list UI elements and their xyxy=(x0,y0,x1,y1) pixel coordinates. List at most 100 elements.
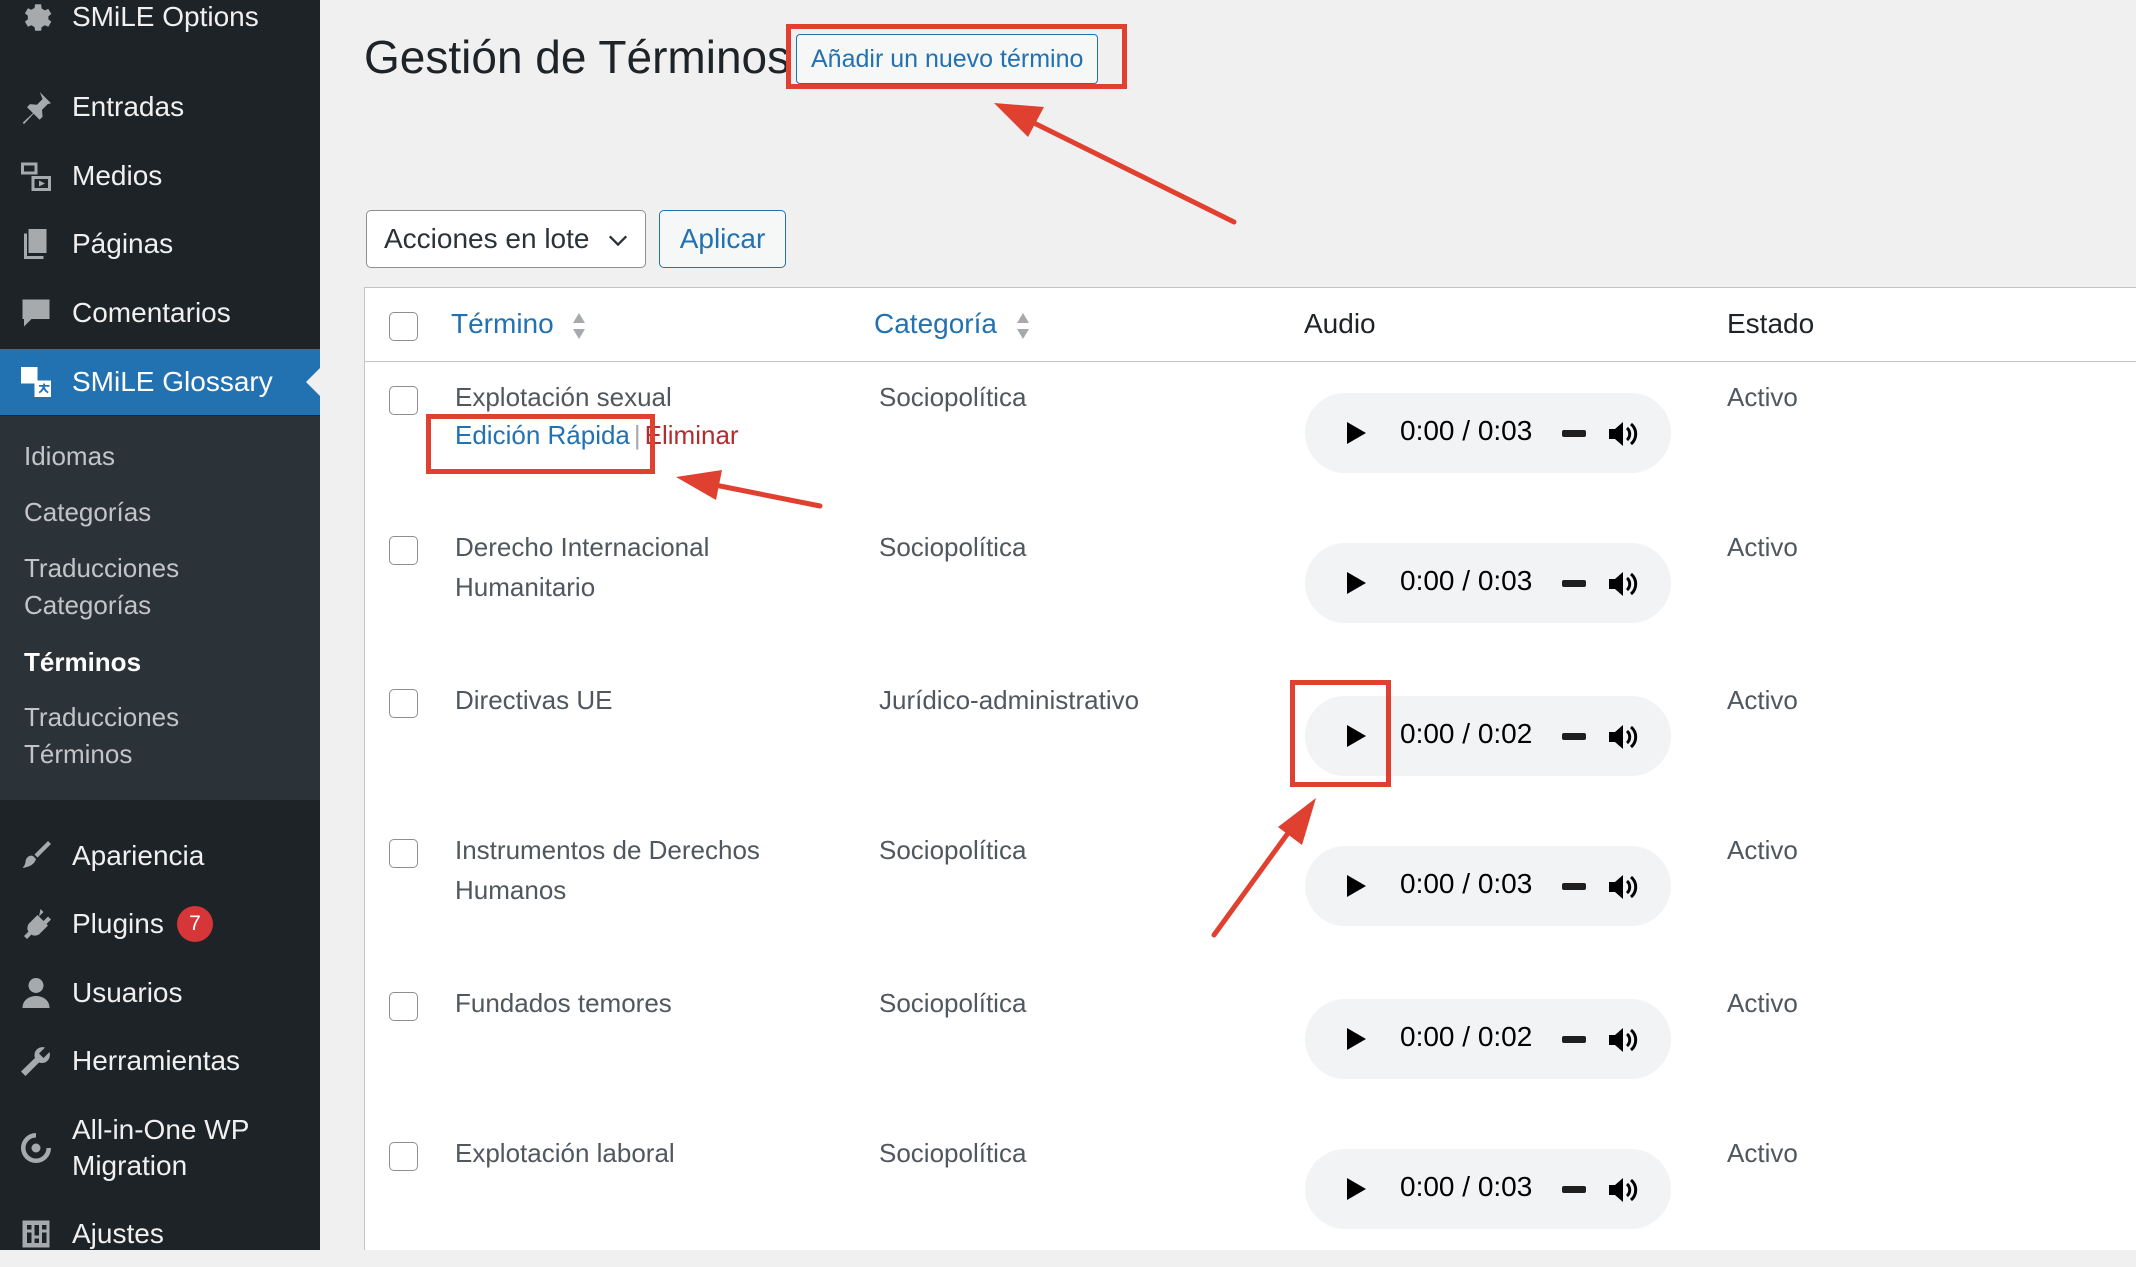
select-all-checkbox[interactable] xyxy=(389,312,418,341)
pin-icon xyxy=(16,87,56,127)
submenu-item-traducciones-terminos[interactable]: Traducciones Términos xyxy=(24,699,179,773)
table-row: Directivas UE Jurídico-administrativo 0:… xyxy=(365,664,2136,814)
submenu-label-line: Términos xyxy=(24,739,133,769)
term-category: Sociopolítica xyxy=(879,835,1027,865)
brush-icon xyxy=(16,836,56,876)
add-new-term-button[interactable]: Añadir un nuevo término xyxy=(796,34,1099,84)
term-category: Sociopolítica xyxy=(879,382,1027,412)
sort-icon xyxy=(573,312,586,339)
submenu-item-traducciones-categorias[interactable]: Traducciones Categorías xyxy=(24,550,179,624)
term-status: Activo xyxy=(1727,835,1798,865)
audio-player: 0:00 / 0:02 xyxy=(1305,999,1671,1079)
menu-label: SMiLE Glossary xyxy=(72,366,273,397)
volume-icon[interactable] xyxy=(1607,1175,1639,1205)
volume-slider[interactable] xyxy=(1562,733,1586,740)
row-checkbox[interactable] xyxy=(389,992,418,1021)
quick-edit-link[interactable]: Edición Rápida xyxy=(455,420,630,450)
menu-label: Entradas xyxy=(72,91,185,122)
menu-label-line: Migration xyxy=(72,1150,188,1181)
audio-player: 0:00 / 0:03 xyxy=(1305,393,1671,473)
menu-label-line: All-in-One WP xyxy=(72,1114,250,1145)
column-header-category[interactable]: Categoría xyxy=(874,308,1031,341)
submenu-item-terminos[interactable]: Términos xyxy=(24,644,141,681)
submenu-item-idiomas[interactable]: Idiomas xyxy=(24,438,115,475)
play-icon[interactable] xyxy=(1345,874,1367,898)
volume-icon[interactable] xyxy=(1607,569,1639,599)
bulk-actions-value: Acciones en lote xyxy=(384,223,590,254)
terms-table: Término Categoría Audio Estado Explotaci… xyxy=(364,287,2136,1250)
delete-link[interactable]: Eliminar xyxy=(645,420,739,450)
term-name: Derecho Internacional Humanitario xyxy=(455,532,710,602)
menu-item-apariencia[interactable]: Apariencia xyxy=(0,823,320,889)
menu-item-all-in-one-wp-migration[interactable]: All-in-One WP Migration xyxy=(0,1108,320,1188)
menu-item-medios[interactable]: Medios xyxy=(0,143,320,209)
volume-icon[interactable] xyxy=(1607,419,1639,449)
audio-player: 0:00 / 0:03 xyxy=(1305,543,1671,623)
term-name: Directivas UE xyxy=(455,685,613,715)
apply-button[interactable]: Aplicar xyxy=(659,210,786,268)
glossary-submenu: Idiomas Categorías Traducciones Categorí… xyxy=(0,416,320,800)
column-header-status: Estado xyxy=(1727,308,1815,339)
volume-slider[interactable] xyxy=(1562,883,1586,890)
translate-icon xyxy=(16,362,56,402)
term-category: Sociopolítica xyxy=(879,1138,1027,1168)
column-header-term[interactable]: Término xyxy=(451,308,587,341)
user-icon xyxy=(16,973,56,1013)
table-row: Explotación sexual Edición Rápida | Elimin… xyxy=(365,361,2136,511)
row-checkbox[interactable] xyxy=(389,536,418,565)
menu-item-usuarios[interactable]: Usuarios xyxy=(0,960,320,1026)
menu-item-plugins[interactable]: Plugins 7 xyxy=(0,891,320,957)
table-header: Término Categoría Audio Estado xyxy=(365,288,2136,362)
audio-time: 0:00 / 0:03 xyxy=(1400,1171,1533,1202)
column-header-label: Término xyxy=(451,308,554,339)
sort-icon xyxy=(1016,312,1029,339)
volume-slider[interactable] xyxy=(1562,1186,1586,1193)
menu-label: Plugins xyxy=(72,908,164,939)
row-checkbox[interactable] xyxy=(389,689,418,718)
gear-icon xyxy=(16,0,56,37)
volume-slider[interactable] xyxy=(1562,1036,1586,1043)
table-row: Instrumentos de Derechos Humanos Sociopo… xyxy=(365,814,2136,964)
audio-player: 0:00 / 0:03 xyxy=(1305,1149,1671,1229)
menu-item-entradas[interactable]: Entradas xyxy=(0,74,320,140)
admin-sidebar: SMiLE Options Entradas Medios Páginas Co… xyxy=(0,0,320,1250)
audio-player: 0:00 / 0:03 xyxy=(1305,846,1671,926)
menu-label: Ajustes xyxy=(72,1218,164,1249)
menu-label: Medios xyxy=(72,160,163,191)
bulk-actions-select[interactable]: Acciones en lote xyxy=(366,210,646,268)
play-icon[interactable] xyxy=(1345,1027,1367,1051)
migration-icon xyxy=(16,1128,56,1168)
menu-item-smile-glossary[interactable]: SMiLE Glossary xyxy=(0,349,320,415)
play-icon[interactable] xyxy=(1345,421,1367,445)
volume-slider[interactable] xyxy=(1562,430,1586,437)
play-icon[interactable] xyxy=(1345,724,1367,748)
arrow-to-add-new xyxy=(1027,118,1237,225)
submenu-label-line: Traducciones xyxy=(24,553,180,583)
play-icon[interactable] xyxy=(1345,571,1367,595)
play-icon[interactable] xyxy=(1345,1177,1367,1201)
menu-item-herramientas[interactable]: Herramientas xyxy=(0,1028,320,1094)
menu-item-ajustes[interactable]: Ajustes xyxy=(0,1201,320,1267)
volume-slider[interactable] xyxy=(1562,580,1586,587)
submenu-item-categorias[interactable]: Categorías xyxy=(24,494,151,531)
term-status: Activo xyxy=(1727,382,1798,412)
audio-player: 0:00 / 0:02 xyxy=(1305,696,1671,776)
menu-label: Herramientas xyxy=(72,1045,241,1076)
row-checkbox[interactable] xyxy=(389,839,418,868)
volume-icon[interactable] xyxy=(1607,872,1639,902)
menu-label: Páginas xyxy=(72,228,174,259)
volume-icon[interactable] xyxy=(1607,1025,1639,1055)
menu-item-paginas[interactable]: Páginas xyxy=(0,211,320,277)
row-actions: Edición Rápida | Eliminar xyxy=(455,420,739,451)
column-header-audio: Audio xyxy=(1304,308,1376,339)
table-row: Fundados temores Sociopolítica 0:00 / 0:… xyxy=(365,967,2136,1117)
wrench-icon xyxy=(16,1041,56,1081)
menu-label: Comentarios xyxy=(72,297,231,328)
volume-icon[interactable] xyxy=(1607,722,1639,752)
menu-item-comentarios[interactable]: Comentarios xyxy=(0,280,320,346)
row-checkbox[interactable] xyxy=(389,1142,418,1171)
term-status: Activo xyxy=(1727,1138,1798,1168)
row-checkbox[interactable] xyxy=(389,386,418,415)
term-name: Explotación sexual xyxy=(455,382,672,412)
menu-item-smile-options[interactable]: SMiLE Options xyxy=(0,0,320,50)
